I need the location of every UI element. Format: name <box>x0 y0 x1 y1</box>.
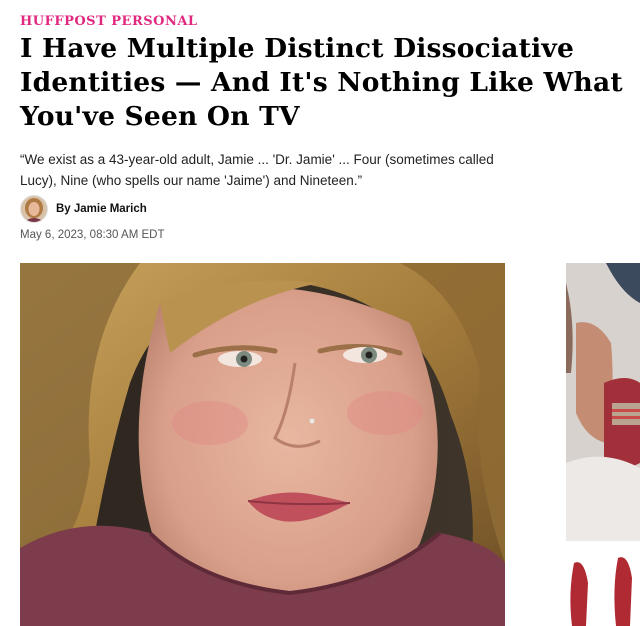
author-name[interactable]: By Jamie Marich <box>56 203 147 215</box>
headline-line: Identities — And It's Nothing Like What <box>20 67 623 98</box>
publish-date: May 6, 2023, 08:30 AM EDT <box>20 229 165 241</box>
side-image <box>566 263 640 626</box>
author-avatar[interactable] <box>20 195 48 223</box>
article-dek: “We exist as a 43-year-old adult, Jamie … <box>20 152 494 188</box>
hero-image <box>20 263 505 626</box>
headline-line: You've Seen On TV <box>20 101 300 132</box>
headline-line: I Have Multiple Distinct Dissociative <box>20 33 575 64</box>
byline: By Jamie Marich <box>20 195 147 223</box>
article-kicker[interactable]: HUFFPOST PERSONAL <box>20 14 198 29</box>
article-headline: I Have Multiple Distinct Dissociative Id… <box>20 32 640 134</box>
